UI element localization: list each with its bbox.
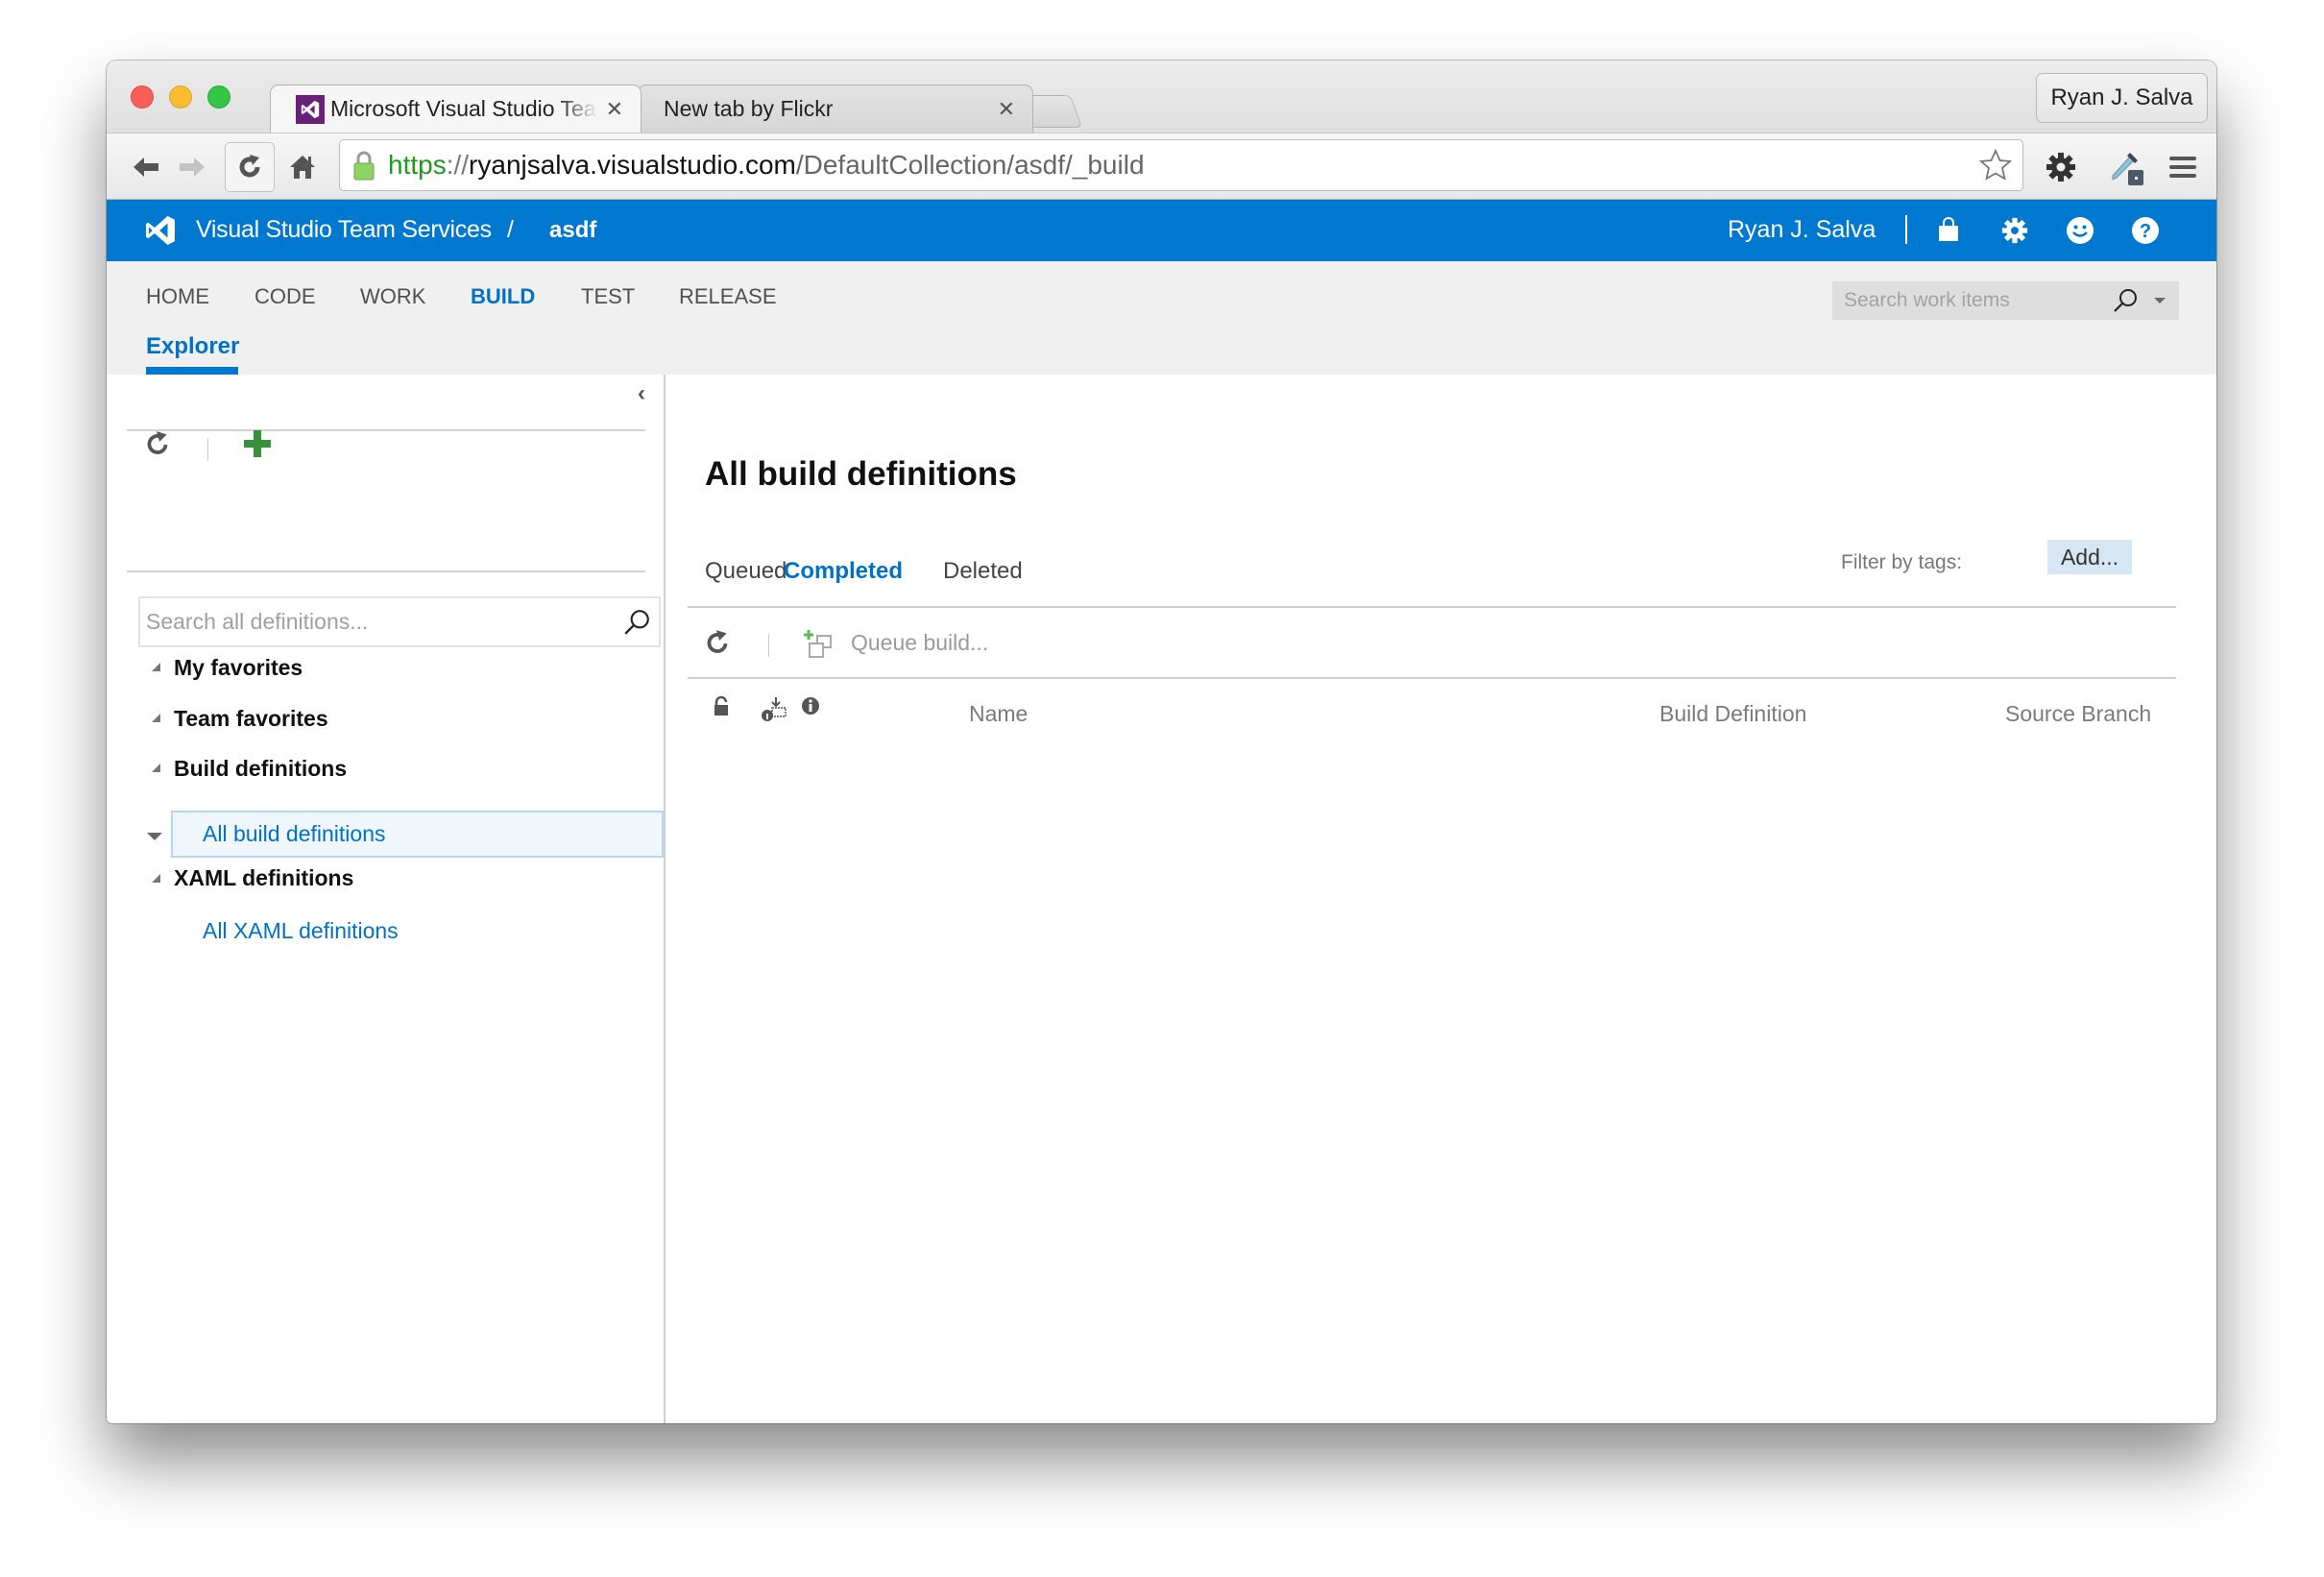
build-reason-icon bbox=[761, 695, 789, 729]
visual-studio-icon bbox=[296, 94, 325, 124]
tab-title: New tab by Flickr bbox=[664, 96, 834, 121]
browser-tab-flickr[interactable]: New tab by Flickr ✕ bbox=[638, 85, 1033, 133]
expand-triangle-icon[interactable] bbox=[152, 874, 160, 883]
toolbar-separator bbox=[207, 438, 208, 461]
hub-work[interactable]: WORK bbox=[360, 284, 425, 309]
tree-group-build-definitions[interactable]: Build definitions bbox=[174, 756, 347, 782]
hub-navigation: HOME CODE WORK BUILD TEST RELEASE Explor… bbox=[107, 261, 2216, 375]
close-window-button[interactable] bbox=[131, 85, 154, 109]
browser-toolbar: https://ryanjsalva.visualstudio.com/Defa… bbox=[107, 133, 2216, 200]
hub-build[interactable]: BUILD bbox=[471, 284, 535, 309]
tree-group-xaml-definitions[interactable]: XAML definitions bbox=[174, 865, 353, 891]
add-tag-button[interactable]: Add... bbox=[2047, 540, 2132, 574]
tab-queued[interactable]: Queued bbox=[705, 558, 787, 585]
toolbar-separator bbox=[768, 634, 769, 657]
chevron-down-icon[interactable] bbox=[2154, 298, 2166, 303]
expand-triangle-icon[interactable] bbox=[152, 714, 160, 722]
hub-release[interactable]: RELEASE bbox=[679, 284, 777, 309]
visual-studio-logo-icon[interactable] bbox=[143, 213, 178, 253]
divider bbox=[127, 429, 645, 431]
forward-arrow-icon[interactable] bbox=[174, 149, 210, 185]
minimize-window-button[interactable] bbox=[169, 85, 192, 109]
zoom-window-button[interactable] bbox=[207, 85, 230, 109]
hub-test[interactable]: TEST bbox=[581, 284, 635, 309]
url-scheme: https bbox=[388, 150, 447, 180]
brand-name[interactable]: Visual Studio Team Services bbox=[196, 216, 492, 244]
marketplace-bag-icon[interactable] bbox=[1933, 215, 1964, 246]
home-icon[interactable] bbox=[284, 149, 321, 185]
tree-item-all-build-definitions[interactable]: All build definitions bbox=[203, 821, 386, 847]
tab-completed[interactable]: Completed bbox=[784, 558, 903, 585]
user-name[interactable]: Ryan J. Salva bbox=[1728, 216, 1876, 244]
tab-deleted[interactable]: Deleted bbox=[943, 558, 1023, 585]
expand-triangle-icon[interactable] bbox=[152, 663, 160, 671]
divider bbox=[688, 677, 2176, 679]
back-arrow-icon[interactable] bbox=[128, 149, 164, 185]
close-tab-icon[interactable]: ✕ bbox=[998, 97, 1015, 122]
vsts-header: Visual Studio Team Services / asdf Ryan … bbox=[107, 200, 2216, 261]
url-separator: :// bbox=[446, 150, 470, 180]
context-menu-chevron-down-icon[interactable] bbox=[147, 833, 162, 840]
breadcrumb-separator: / bbox=[507, 216, 514, 243]
tree-group-team-favorites[interactable]: Team favorites bbox=[174, 706, 328, 732]
search-definitions-input[interactable]: Search all definitions... bbox=[138, 596, 661, 647]
add-definition-plus-icon[interactable] bbox=[241, 427, 274, 465]
search-placeholder: Search all definitions... bbox=[146, 609, 369, 634]
svg-text:?: ? bbox=[2140, 221, 2151, 242]
queue-build-icon[interactable] bbox=[804, 628, 836, 666]
browser-tab-vsts[interactable]: Microsoft Visual Studio Team Services ✕ bbox=[270, 85, 642, 133]
column-header-name[interactable]: Name bbox=[969, 701, 1028, 727]
refresh-icon[interactable] bbox=[703, 628, 732, 662]
browser-window: Microsoft Visual Studio Team Services ✕ … bbox=[107, 61, 2216, 1423]
tab-title: Microsoft Visual Studio Team Services bbox=[330, 96, 598, 121]
eyedropper-extension-icon[interactable] bbox=[2109, 149, 2145, 185]
header-divider bbox=[1905, 215, 1907, 244]
close-tab-icon[interactable]: ✕ bbox=[606, 97, 623, 122]
filter-by-tags-label: Filter by tags: bbox=[1841, 551, 1963, 573]
reload-icon[interactable] bbox=[225, 142, 275, 192]
tree-item-all-xaml-definitions[interactable]: All XAML definitions bbox=[203, 918, 399, 944]
help-icon[interactable]: ? bbox=[2130, 215, 2161, 246]
subhub-explorer[interactable]: Explorer bbox=[146, 333, 239, 360]
settings-gear-icon[interactable] bbox=[1999, 215, 2030, 246]
column-header-build-definition[interactable]: Build Definition bbox=[1659, 701, 1806, 727]
bookmark-star-icon[interactable] bbox=[1978, 148, 2013, 189]
hub-home[interactable]: HOME bbox=[146, 284, 209, 309]
hub-code[interactable]: CODE bbox=[254, 284, 316, 309]
main-content: All build definitions Queued Completed D… bbox=[666, 375, 2216, 1423]
divider bbox=[688, 606, 2176, 608]
settings-gear-icon[interactable] bbox=[2043, 149, 2079, 185]
definitions-pane: ‹ Search all definitions... My favorites… bbox=[107, 375, 666, 1423]
tree-group-my-favorites[interactable]: My favorites bbox=[174, 655, 303, 681]
expand-triangle-icon[interactable] bbox=[152, 764, 160, 772]
url-path: /DefaultCollection/asdf/_build bbox=[795, 150, 1145, 180]
retained-lock-icon bbox=[713, 695, 730, 721]
search-placeholder: Search work items bbox=[1844, 289, 2010, 311]
feedback-smiley-icon[interactable] bbox=[2065, 215, 2095, 246]
active-subhub-indicator bbox=[146, 367, 238, 375]
profile-button[interactable]: Ryan J. Salva bbox=[2036, 73, 2208, 123]
tab-strip: Microsoft Visual Studio Team Services ✕ … bbox=[107, 61, 2216, 133]
project-name[interactable]: asdf bbox=[549, 217, 596, 244]
address-bar[interactable]: https://ryanjsalva.visualstudio.com/Defa… bbox=[339, 139, 2023, 191]
lock-icon bbox=[353, 150, 375, 181]
divider bbox=[127, 570, 645, 572]
search-work-items-input[interactable]: Search work items bbox=[1832, 281, 2179, 320]
refresh-icon[interactable] bbox=[143, 429, 172, 463]
queue-build-button[interactable]: Queue build... bbox=[851, 630, 988, 656]
column-header-source-branch[interactable]: Source Branch bbox=[2005, 701, 2151, 727]
url-host: ryanjsalva.visualstudio.com bbox=[469, 150, 796, 180]
search-icon[interactable] bbox=[2112, 287, 2139, 320]
menu-hamburger-icon[interactable] bbox=[2165, 149, 2201, 185]
page-title: All build definitions bbox=[705, 455, 1017, 493]
search-icon[interactable] bbox=[622, 608, 651, 643]
info-icon bbox=[800, 695, 821, 721]
collapse-pane-chevron-icon[interactable]: ‹ bbox=[638, 380, 645, 407]
